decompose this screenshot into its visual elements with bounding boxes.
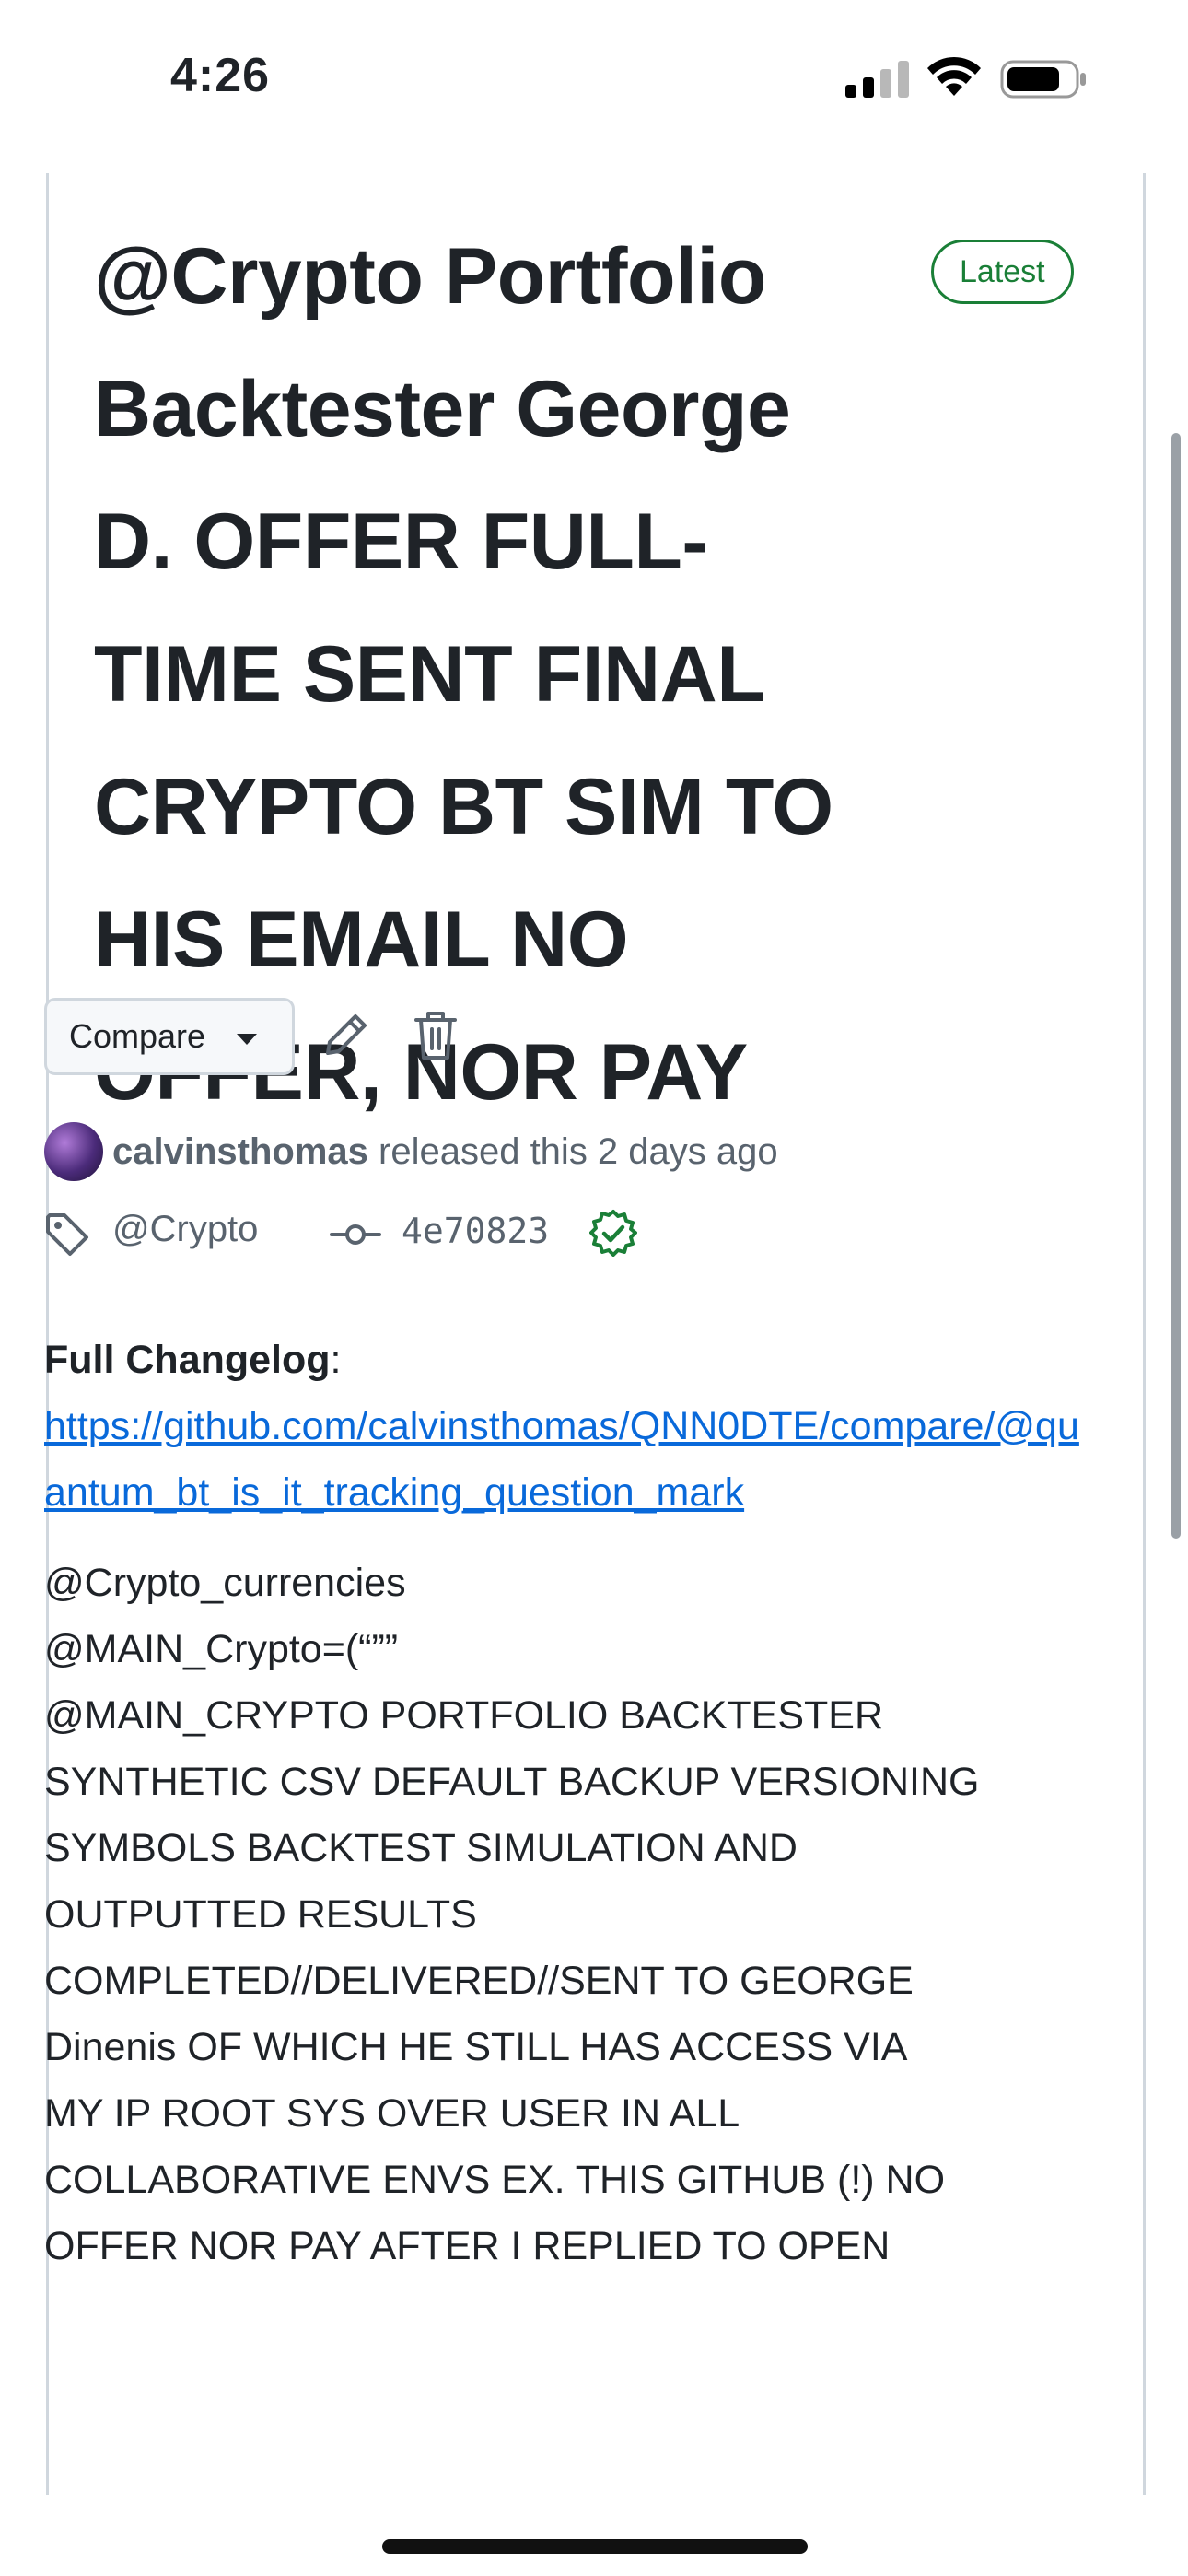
- release-title-line: D. OFFER FULL-: [94, 498, 708, 586]
- release-notes-line: COMPLETED//DELIVERED//SENT TO GEORGE: [44, 1959, 914, 2003]
- home-indicator[interactable]: [382, 2539, 808, 2554]
- changelog: Full Changelog: https://github.com/calvi…: [44, 1327, 1094, 1526]
- avatar[interactable]: [44, 1122, 103, 1181]
- release-notes-line: COLLABORATIVE ENVS EX. THIS GITHUB (!) N…: [44, 2158, 946, 2202]
- release-title-line: Backtester George: [94, 365, 791, 453]
- latest-badge: Latest: [931, 240, 1074, 304]
- tag-icon: [46, 1213, 88, 1256]
- release-title-line: TIME SENT FINAL: [94, 630, 765, 719]
- release-notes-line: @MAIN_Crypto=(“””: [44, 1627, 399, 1671]
- battery-icon: [1000, 60, 1086, 99]
- release-notes-line: SYMBOLS BACKTEST SIMULATION AND: [44, 1826, 798, 1870]
- verified-check-icon[interactable]: [589, 1209, 637, 1257]
- changelog-link[interactable]: https://github.com/calvinsthomas/QNN0DTE…: [44, 1393, 1094, 1526]
- commit-sha-link[interactable]: 4e70823: [402, 1205, 549, 1257]
- scrollbar[interactable]: [1171, 433, 1181, 1539]
- status-bar: 4:26: [0, 0, 1188, 162]
- changelog-colon: :: [330, 1338, 342, 1382]
- wifi-icon: [927, 56, 981, 96]
- release-notes: @Crypto_currencies @MAIN_Crypto=(“”” @MA…: [44, 1550, 1094, 2279]
- release-meta: calvinsthomas released this 2 days ago: [112, 1126, 778, 1177]
- author-link[interactable]: calvinsthomas: [112, 1131, 368, 1172]
- release-notes-line: @MAIN_CRYPTO PORTFOLIO BACKTESTER: [44, 1693, 883, 1738]
- release-title-line: @Crypto Portfolio: [94, 232, 766, 321]
- release-notes-line: SYNTHETIC CSV DEFAULT BACKUP VERSIONING: [44, 1760, 980, 1804]
- triangle-down-icon: [237, 1034, 257, 1045]
- released-text: released this 2 days ago: [379, 1131, 778, 1172]
- compare-button-label: Compare: [69, 1017, 206, 1055]
- release-title-line: HIS EMAIL NO: [94, 896, 629, 984]
- release-notes-line: OFFER NOR PAY AFTER I REPLIED TO OPEN: [44, 2224, 891, 2268]
- commit-icon: [330, 1224, 381, 1245]
- tag-link[interactable]: @Crypto: [112, 1203, 258, 1255]
- release-notes-line: OUTPUTTED RESULTS: [44, 1892, 477, 1937]
- release-notes-line: Dinenis OF WHICH HE STILL HAS ACCESS VIA: [44, 2025, 908, 2069]
- changelog-label: Full Changelog: [44, 1338, 331, 1382]
- cellular-signal-icon: [845, 61, 909, 98]
- trash-icon[interactable]: [413, 1009, 459, 1062]
- release-notes-line: @Crypto_currencies: [44, 1561, 406, 1605]
- release-title-line: CRYPTO BT SIM TO: [94, 763, 833, 851]
- status-time: 4:26: [170, 49, 271, 102]
- compare-button[interactable]: Compare: [44, 998, 295, 1075]
- release-notes-line: MY IP ROOT SYS OVER USER IN ALL: [44, 2091, 740, 2136]
- pencil-icon[interactable]: [320, 1009, 372, 1060]
